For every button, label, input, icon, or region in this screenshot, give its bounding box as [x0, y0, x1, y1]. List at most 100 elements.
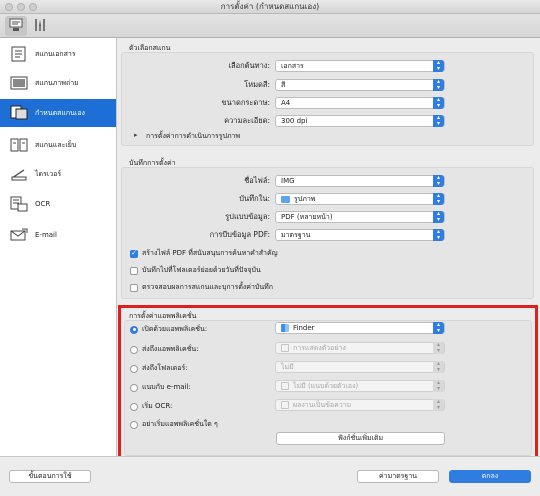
resolution-value: 300 dpi — [281, 116, 308, 125]
select-source-value: เอกสาร — [281, 61, 304, 70]
ocr-icon — [9, 195, 29, 213]
chevron-updown-icon: ▴ ▾ — [433, 361, 444, 373]
image-processing-settings-toggle[interactable]: การตั้งค่าการดำเนินการรูปภาพ — [146, 131, 240, 142]
toolbar — [0, 14, 540, 38]
paper-size-label: ขนาดกระดาษ: — [221, 98, 271, 107]
pdf-compression-dropdown[interactable]: มาตรฐาน ▴ ▾ — [275, 229, 445, 241]
more-functions-button[interactable]: ฟังก์ชั่นเพิ่มเติม — [276, 432, 445, 445]
minimize-window-button[interactable] — [17, 3, 25, 11]
chevron-updown-icon: ▴ ▾ — [433, 97, 444, 109]
keyword-search-pdf-checkbox[interactable]: ✓ สร้างไฟล์ PDF ที่สนับสนุนการค้นหาคำสำค… — [130, 248, 278, 259]
attach-email-dropdown[interactable]: ไม่มี (แนบด้วยตัวเอง) ▴ ▾ — [275, 380, 445, 392]
send-to-folder-radio[interactable]: ส่งถึงโฟลเดอร์: — [130, 363, 188, 374]
radio-icon — [130, 420, 138, 429]
file-name-value: IMG — [281, 176, 295, 185]
chevron-updown-icon: ▴ ▾ — [433, 322, 444, 334]
radio-label: อย่าเริ่มแอพพลิเคชั่นใด ๆ — [142, 420, 218, 428]
chevron-updown-icon: ▴ ▾ — [433, 79, 444, 91]
sidebar-item-label: E-mail — [35, 231, 57, 239]
attach-email-radio[interactable]: แนบกับ e-mail: — [130, 382, 191, 393]
instructions-button[interactable]: ขั้นตอนการใช้ — [9, 470, 91, 483]
send-to-app-value: การแสดงตัวอย่าง — [293, 343, 346, 352]
sidebar-item-label: กำหนดสแกนเอง — [35, 108, 85, 117]
start-ocr-dropdown[interactable]: ผลงานเป็นข้อความ ▴ ▾ — [275, 399, 445, 411]
check-scan-results-checkbox[interactable]: ตรวจสอบผลการสแกนและบุการตั้งค่าบันทึก — [130, 282, 273, 293]
chevron-updown-icon: ▴ ▾ — [433, 229, 444, 241]
radio-label: เริ่ม OCR: — [142, 402, 173, 410]
file-name-label: ชื่อไฟล์: — [244, 176, 270, 185]
resolution-dropdown[interactable]: 300 dpi ▴ ▾ — [275, 115, 445, 127]
chevron-updown-icon: ▴ ▾ — [433, 211, 444, 223]
radio-label: แนบกับ e-mail: — [142, 383, 191, 391]
photo-scan-icon — [9, 74, 29, 92]
save-in-value: รูปภาพ — [294, 194, 316, 203]
send-to-folder-dropdown[interactable]: ไม่มี ▴ ▾ — [275, 361, 445, 373]
checkbox-label: สร้างไฟล์ PDF ที่สนับสนุนการค้นหาคำสำคัญ — [142, 249, 278, 257]
general-settings-tab[interactable] — [29, 16, 51, 36]
send-to-app-radio[interactable]: ส่งถึงแอพพลิเคชั่น: — [130, 344, 199, 355]
chevron-updown-icon: ▴ ▾ — [433, 342, 444, 354]
subfolder-date-checkbox[interactable]: บันทึกไปที่โฟลเดอร์ย่อยด้วยวันที่ปัจจุบั… — [130, 265, 261, 276]
close-window-button[interactable] — [5, 3, 13, 11]
data-format-value: PDF (หลายหน้า) — [281, 212, 333, 221]
color-mode-value: สี — [281, 80, 286, 89]
sidebar-item-scan-stitch[interactable]: สแกนและเย็บ — [0, 131, 116, 159]
pdf-compression-value: มาตรฐาน — [281, 230, 311, 239]
attach-email-value: ไม่มี (แนบด้วยตัวเอง) — [293, 381, 359, 390]
paper-size-value: A4 — [281, 98, 291, 107]
radio-label: ส่งถึงแอพพลิเคชั่น: — [142, 345, 199, 353]
email-icon — [9, 226, 29, 244]
sidebar: สแกนเอกสาร สแกนภาพถ่าย กำหนดสแกนเอง สแกน… — [0, 38, 117, 456]
radio-icon — [130, 364, 138, 373]
sidebar-item-label: ไดรเวอร์ — [35, 169, 62, 178]
file-name-input[interactable]: IMG ▴ ▾ — [275, 175, 445, 187]
scan-stitch-icon — [9, 136, 29, 154]
sidebar-item-label: สแกนภาพถ่าย — [35, 78, 79, 87]
window-title: การตั้งค่า (กำหนดสแกนเอง) — [220, 2, 320, 11]
folder-icon — [281, 195, 290, 203]
finder-icon — [281, 324, 289, 332]
defaults-button[interactable]: ค่ามาตรฐาน — [357, 470, 439, 483]
chevron-updown-icon: ▴ ▾ — [433, 193, 444, 205]
checkbox-label: ตรวจสอบผลการสแกนและบุการตั้งค่าบันทึก — [142, 283, 273, 291]
checkbox-label: บันทึกไปที่โฟลเดอร์ย่อยด้วยวันที่ปัจจุบั… — [142, 266, 261, 274]
chevron-updown-icon: ▴ ▾ — [433, 175, 444, 187]
start-ocr-radio[interactable]: เริ่ม OCR: — [130, 401, 172, 412]
open-with-app-dropdown[interactable]: Finder ▴ ▾ — [275, 322, 445, 334]
ocr-app-icon — [281, 401, 289, 409]
no-app-radio[interactable]: อย่าเริ่มแอพพลิเคชั่นใด ๆ — [130, 419, 218, 430]
start-ocr-value: ผลงานเป็นข้อความ — [293, 400, 352, 409]
color-mode-label: โหมดสี: — [244, 80, 270, 89]
checkbox-icon — [130, 266, 138, 275]
chevron-updown-icon: ▴ ▾ — [433, 380, 444, 392]
paper-size-dropdown[interactable]: A4 ▴ ▾ — [275, 97, 445, 109]
sidebar-item-email[interactable]: E-mail — [0, 221, 116, 249]
sidebar-item-custom-scan[interactable]: กำหนดสแกนเอง — [0, 99, 116, 127]
sidebar-item-photo-scan[interactable]: สแกนภาพถ่าย — [0, 69, 116, 97]
zoom-window-button[interactable] — [29, 3, 37, 11]
sidebar-item-driver[interactable]: ไดรเวอร์ — [0, 160, 116, 188]
email-app-icon — [281, 382, 289, 390]
ok-button[interactable]: ตกลง — [449, 470, 531, 483]
data-format-dropdown[interactable]: PDF (หลายหน้า) ▴ ▾ — [275, 211, 445, 223]
chevron-updown-icon: ▴ ▾ — [433, 115, 444, 127]
save-in-dropdown[interactable]: รูปภาพ ▴ ▾ — [275, 193, 445, 205]
send-to-app-dropdown[interactable]: การแสดงตัวอย่าง ▴ ▾ — [275, 342, 445, 354]
select-source-dropdown[interactable]: เอกสาร ▴ ▾ — [275, 60, 445, 72]
checkbox-checked-icon: ✓ — [130, 249, 138, 258]
sidebar-item-label: สแกนเอกสาร — [35, 49, 76, 58]
radio-icon — [130, 402, 138, 411]
chevron-updown-icon: ▴ ▾ — [433, 60, 444, 72]
select-source-label: เลือกต้นทาง: — [228, 61, 270, 70]
disclosure-triangle-icon[interactable]: ▸ — [134, 131, 138, 139]
sidebar-item-ocr[interactable]: OCR — [0, 190, 116, 218]
scan-settings-tab[interactable] — [5, 16, 27, 36]
chevron-updown-icon: ▴ ▾ — [433, 399, 444, 411]
send-to-folder-value: ไม่มี — [281, 362, 294, 371]
open-with-app-radio[interactable]: เปิดด้วยแอพพลิเคชั่น: — [130, 324, 207, 335]
sidebar-item-document-scan[interactable]: สแกนเอกสาร — [0, 40, 116, 68]
color-mode-dropdown[interactable]: สี ▴ ▾ — [275, 79, 445, 91]
save-in-label: บันทึกใน: — [239, 194, 270, 203]
resolution-label: ความละเอียด: — [224, 116, 270, 125]
driver-icon — [9, 165, 29, 183]
